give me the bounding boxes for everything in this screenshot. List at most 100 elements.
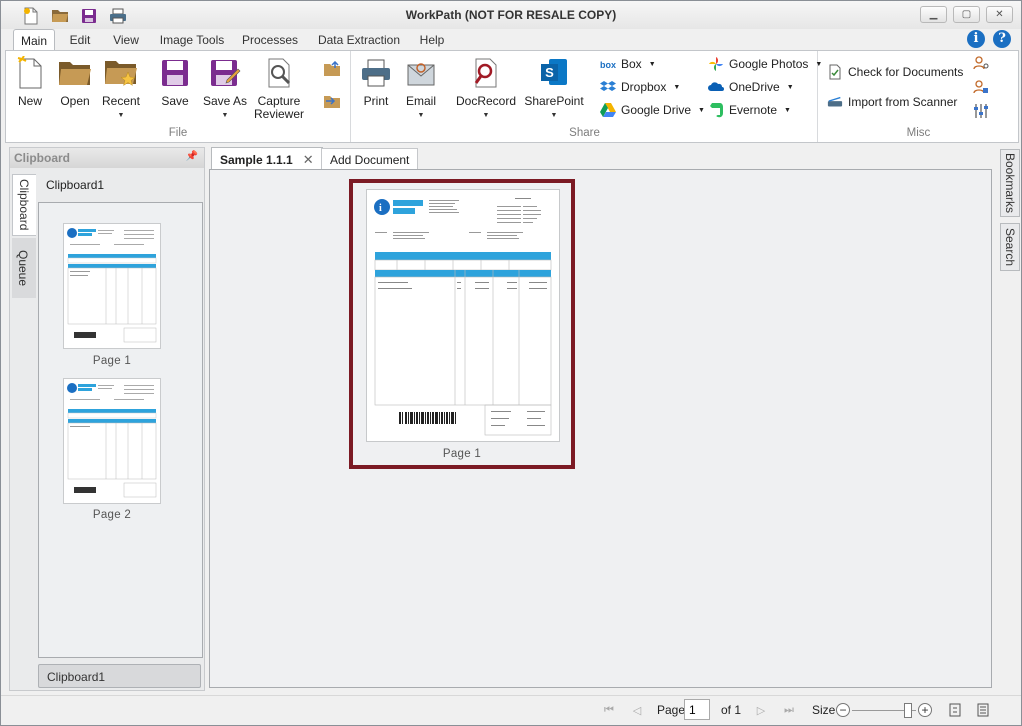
last-page-icon[interactable]: ⏭	[781, 702, 797, 718]
new-button[interactable]: New	[12, 55, 48, 108]
docrecord-label: DocRecord	[455, 94, 517, 108]
onedrive-icon	[708, 79, 724, 95]
new-document-icon	[12, 55, 48, 91]
page-label: Page 1	[442, 448, 482, 460]
svg-text:S: S	[545, 65, 554, 80]
user-settings-icon[interactable]	[971, 53, 991, 73]
google-photos-button[interactable]: Google Photos ▼	[708, 55, 822, 73]
tab-view[interactable]: View	[105, 29, 147, 51]
title-bar: WorkPath (NOT FOR RESALE COPY) ▁ ▢ ✕	[1, 1, 1021, 29]
help-icons: i ?	[967, 30, 1011, 48]
sharepoint-button[interactable]: S SharePoint ▼	[522, 55, 586, 122]
clipboard-thumbnail-list[interactable]: Page 1 Page 2	[38, 202, 203, 658]
clipboard-selector[interactable]: Clipboard1	[38, 664, 201, 688]
pin-icon[interactable]: 📌	[186, 151, 198, 162]
tab-image-tools[interactable]: Image Tools	[155, 29, 229, 51]
file-group-label: File	[168, 127, 188, 139]
right-panel-tabs: Bookmarks Search	[1000, 149, 1020, 271]
clipboard-title: Clipboard1	[46, 178, 105, 192]
open-button[interactable]: Open	[56, 55, 94, 108]
email-label: Email	[405, 94, 436, 108]
sharepoint-icon: S	[536, 55, 572, 91]
zoom-out-icon[interactable]: −	[836, 703, 850, 717]
printer-icon	[358, 55, 394, 91]
recent-label: Recent	[101, 94, 141, 108]
first-page-icon[interactable]: ⏮	[601, 702, 617, 718]
document-tab-sample[interactable]: Sample 1.1.1 ✕	[211, 147, 323, 170]
sharepoint-label: SharePoint	[524, 94, 584, 108]
import-from-scanner-button[interactable]: Import from Scanner	[827, 93, 957, 111]
invoice-page-image: i	[374, 198, 552, 436]
share-group: Print Email ▼ DocRecord ▼ S SharePoint ▼…	[352, 51, 822, 142]
user-config-icon[interactable]	[971, 77, 991, 97]
clipboard-panel: Clipboard 📌 Clipboard Queue Clipboard1 P…	[9, 147, 205, 691]
open-label: Open	[60, 94, 90, 108]
maximize-icon: ▢	[961, 9, 972, 20]
box-button[interactable]: box Box ▼	[600, 55, 656, 73]
folder-up-icon[interactable]	[322, 59, 342, 79]
zoom-slider-handle[interactable]	[904, 703, 912, 718]
folder-export-icon[interactable]	[322, 91, 342, 111]
ribbon-tabs: Main Edit View Image Tools Processes Dat…	[1, 29, 1021, 51]
invoice-thumbnail-image	[67, 228, 157, 343]
page-preview: i	[366, 189, 560, 442]
tab-clipboard[interactable]: Clipboard	[12, 174, 36, 236]
sliders-settings-icon[interactable]	[971, 101, 991, 121]
thumbnail-page-2[interactable]	[63, 378, 161, 504]
scanner-icon	[827, 94, 843, 110]
google-drive-label: Google Drive	[621, 103, 692, 117]
add-document-tab[interactable]: Add Document	[321, 148, 419, 171]
selected-page[interactable]: i Page 1	[349, 179, 575, 469]
next-page-icon[interactable]: ▷	[753, 702, 769, 718]
panel-vertical-tabs: Clipboard Queue	[12, 174, 36, 298]
onedrive-button[interactable]: OneDrive ▼	[708, 78, 794, 96]
save-as-button[interactable]: Save As ▼	[200, 55, 250, 122]
evernote-button[interactable]: Evernote ▼	[708, 101, 791, 119]
email-button[interactable]: Email ▼	[404, 55, 438, 122]
zoom-in-icon[interactable]: +	[918, 703, 932, 717]
new-label: New	[17, 94, 42, 108]
tab-queue[interactable]: Queue	[12, 238, 36, 298]
recent-folder-icon	[103, 55, 139, 91]
recent-button[interactable]: Recent ▼	[100, 55, 142, 122]
window-controls: ▁ ▢ ✕	[920, 6, 1013, 23]
tab-search[interactable]: Search	[1000, 223, 1020, 271]
tab-processes[interactable]: Processes	[239, 29, 301, 51]
window-title: WorkPath (NOT FOR RESALE COPY)	[405, 8, 617, 22]
box-label: Box	[621, 57, 642, 71]
google-drive-button[interactable]: Google Drive ▼	[600, 101, 705, 119]
save-button[interactable]: Save	[156, 55, 194, 108]
docrecord-button[interactable]: DocRecord ▼	[456, 55, 516, 122]
docrecord-icon	[468, 55, 504, 91]
maximize-button[interactable]: ▢	[953, 6, 980, 23]
thumbnail-page-1[interactable]	[63, 223, 161, 349]
tab-main[interactable]: Main	[13, 29, 55, 51]
minimize-button[interactable]: ▁	[920, 6, 947, 23]
document-viewer[interactable]: i Page 1	[209, 169, 992, 688]
print-button[interactable]: Print	[358, 55, 394, 108]
sharepoint-dropdown-icon: ▼	[550, 112, 558, 119]
tab-bookmarks[interactable]: Bookmarks	[1000, 149, 1020, 217]
dropbox-button[interactable]: Dropbox ▼	[600, 78, 680, 96]
single-page-icon[interactable]	[975, 702, 991, 718]
google-drive-icon	[600, 102, 616, 118]
print-label: Print	[363, 94, 389, 108]
thumbnail-label: Page 2	[92, 509, 132, 521]
check-for-documents-button[interactable]: Check for Documents	[827, 63, 963, 81]
evernote-label: Evernote	[729, 103, 778, 117]
save-as-icon	[207, 55, 243, 91]
page-number-input[interactable]	[684, 699, 710, 720]
fit-page-icon[interactable]	[947, 702, 963, 718]
previous-page-icon[interactable]: ◁	[629, 702, 645, 718]
tab-help[interactable]: Help	[415, 29, 449, 51]
close-tab-icon[interactable]: ✕	[303, 152, 314, 167]
info-icon[interactable]: i	[967, 30, 985, 48]
share-group-label: Share	[569, 127, 600, 139]
svg-text:i: i	[379, 203, 382, 214]
close-button[interactable]: ✕	[986, 6, 1013, 23]
capture-reviewer-button[interactable]: Capture Reviewer	[254, 55, 304, 121]
help-icon[interactable]: ?	[993, 30, 1011, 48]
onedrive-label: OneDrive	[729, 80, 780, 94]
tab-edit[interactable]: Edit	[61, 29, 99, 51]
tab-data-extraction[interactable]: Data Extraction	[313, 29, 405, 51]
